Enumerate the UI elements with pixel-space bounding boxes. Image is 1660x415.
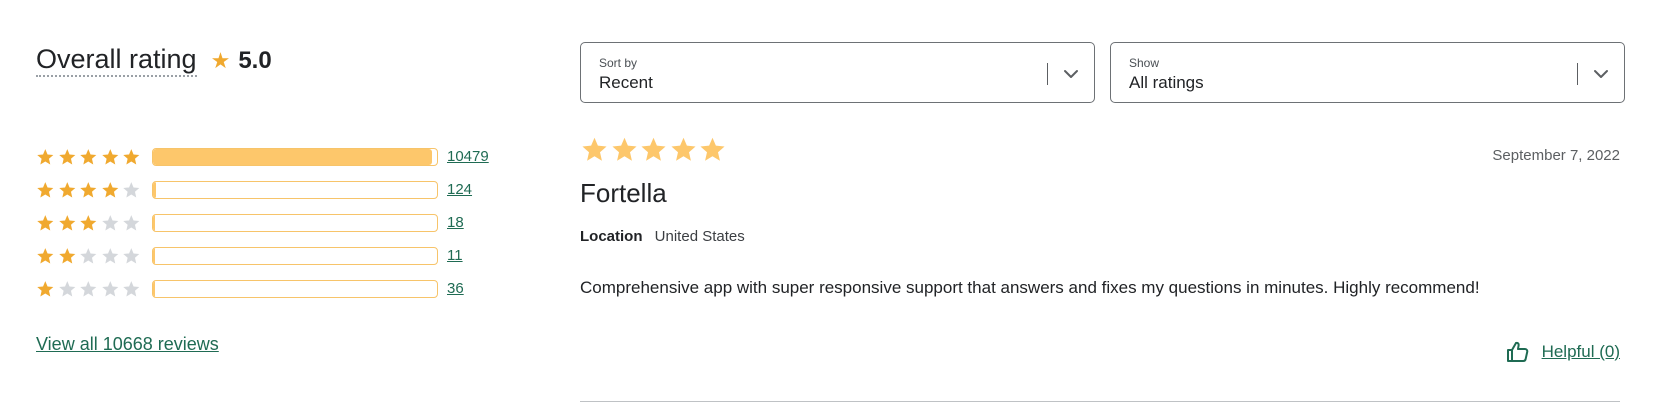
rating-row-stars — [36, 214, 144, 232]
star-empty-icon — [102, 247, 119, 263]
show-value: All ratings — [1129, 73, 1204, 92]
rating-bar-fill — [153, 214, 156, 231]
rating-bar — [152, 213, 438, 232]
rating-bar-fill — [153, 280, 156, 297]
star-icon — [582, 137, 607, 161]
star-icon — [670, 137, 696, 161]
star-icon — [123, 148, 140, 164]
rating-bar — [152, 279, 438, 298]
helpful-label: Helpful (0) — [1541, 342, 1620, 361]
star-empty-icon — [123, 181, 140, 197]
star-icon — [700, 137, 725, 161]
rating-summary: Overall rating ★ 5.0 10479 124 18 11 36 View… — [36, 0, 496, 415]
select-divider — [1047, 63, 1048, 85]
chevron-down-icon — [1064, 70, 1078, 78]
rating-row-stars — [36, 181, 144, 199]
star-icon — [58, 247, 75, 263]
view-all-reviews-link[interactable]: View all 10668 reviews — [36, 334, 219, 355]
rating-count-link[interactable]: 10479 — [447, 148, 489, 165]
star-empty-icon — [123, 280, 140, 296]
star-icon — [37, 214, 54, 230]
star-icon — [611, 137, 637, 161]
star-icon — [37, 181, 54, 197]
star-icon — [58, 148, 75, 164]
helpful-button[interactable]: Helpful (0) — [1506, 340, 1620, 364]
rating-count-link[interactable]: 36 — [447, 280, 464, 297]
rating-count-link[interactable]: 124 — [447, 181, 472, 198]
rating-bar — [152, 180, 438, 199]
star-empty-icon — [102, 280, 119, 296]
star-icon — [102, 181, 119, 197]
rating-row-stars — [36, 148, 144, 166]
star-empty-icon — [102, 214, 119, 230]
star-icon — [37, 148, 54, 164]
overall-rating-label[interactable]: Overall rating — [36, 44, 197, 77]
rating-row-1: 36 — [36, 272, 489, 305]
rating-row-2: 11 — [36, 239, 489, 272]
location-value: United States — [654, 228, 745, 245]
star-icon: ★ — [210, 47, 231, 73]
star-empty-icon — [58, 280, 75, 296]
star-icon — [37, 247, 54, 263]
chevron-down-icon — [1594, 70, 1608, 78]
overall-rating-value: 5.0 — [238, 46, 272, 74]
rating-row-5: 10479 — [36, 140, 489, 173]
overall-rating: Overall rating ★ 5.0 — [36, 44, 272, 77]
rating-count-link[interactable]: 18 — [447, 214, 464, 231]
review-body: Comprehensive app with super responsive … — [580, 278, 1480, 297]
rating-row-stars — [36, 280, 144, 298]
star-icon — [37, 280, 54, 296]
review-date: September 7, 2022 — [1492, 147, 1620, 164]
sort-by-value: Recent — [599, 73, 653, 92]
rating-count-link[interactable]: 11 — [447, 247, 463, 264]
reviewer-location: Location United States — [580, 228, 745, 245]
thumbs-up-icon — [1506, 341, 1528, 362]
show-label: Show — [1129, 56, 1160, 70]
rating-row-stars — [36, 247, 144, 265]
star-icon — [80, 214, 97, 230]
rating-row-3: 18 — [36, 206, 489, 239]
rating-bar — [152, 246, 438, 265]
star-icon — [102, 148, 119, 164]
location-label: Location — [580, 228, 643, 245]
show-ratings-select[interactable]: Show All ratings — [1110, 42, 1625, 103]
review-rating-stars — [580, 136, 728, 163]
reviews-panel: Sort by Recent Show All ratings Septembe… — [580, 0, 1625, 415]
star-icon — [80, 181, 97, 197]
star-icon — [58, 181, 75, 197]
rating-bar-fill — [153, 148, 432, 165]
sort-by-label: Sort by — [599, 56, 638, 70]
star-icon — [58, 214, 75, 230]
review-divider — [580, 401, 1620, 402]
rating-distribution: 10479 124 18 11 36 — [36, 140, 489, 305]
star-empty-icon — [123, 214, 140, 230]
rating-bar-fill — [153, 181, 157, 198]
sort-by-select[interactable]: Sort by Recent — [580, 42, 1095, 103]
star-icon — [641, 137, 666, 161]
select-divider — [1577, 63, 1578, 85]
star-empty-icon — [80, 280, 97, 296]
star-empty-icon — [80, 247, 97, 263]
rating-bar — [152, 147, 438, 166]
reviewer-name: Fortella — [580, 178, 667, 208]
star-icon — [80, 148, 97, 164]
rating-row-4: 124 — [36, 173, 489, 206]
star-empty-icon — [123, 247, 140, 263]
rating-bar-fill — [153, 247, 156, 264]
